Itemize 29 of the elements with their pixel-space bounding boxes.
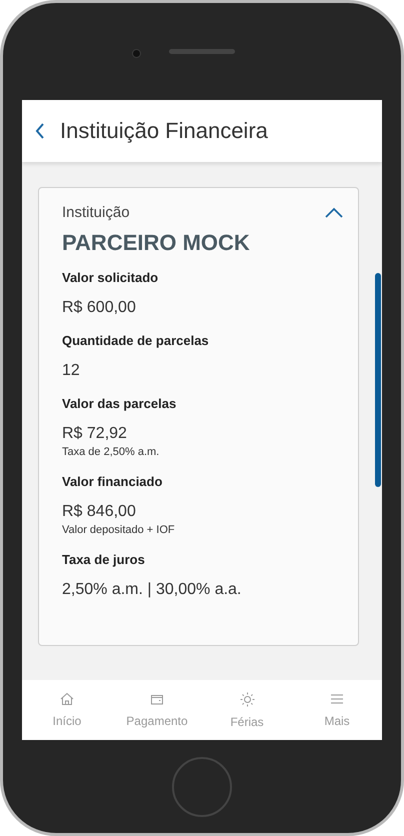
field-value: R$ 846,00 <box>62 503 137 521</box>
field-label: Valor das parcelas <box>62 396 178 411</box>
field-value: R$ 600,00 <box>62 299 137 317</box>
tab-item[interactable]: Pagamento <box>112 680 202 740</box>
chevron-left-icon <box>34 122 46 140</box>
tab-item[interactable]: Férias <box>202 680 292 740</box>
home-icon <box>60 692 74 706</box>
scrollbar[interactable] <box>375 273 381 487</box>
field-note: Taxa de 2,50% a.m. <box>62 446 160 458</box>
field-note: Valor depositado + IOF <box>62 524 176 536</box>
sun-icon <box>240 692 254 706</box>
field-label: Valor financiado <box>62 474 164 489</box>
field-value: R$ 72,92 <box>62 425 128 443</box>
field-value: 2,50% a.m. | 30,00% a.a. <box>62 581 242 599</box>
menu-icon <box>330 692 344 706</box>
tab-item[interactable]: Mais <box>292 680 382 740</box>
field-label: Valor solicitado <box>62 270 160 285</box>
page-title: Instituição Financeira <box>60 118 268 144</box>
speaker-grille <box>169 49 235 54</box>
tab-item[interactable]: Início <box>22 680 112 740</box>
field-value: 12 <box>62 362 81 380</box>
field-label: Quantidade de parcelas <box>62 333 210 348</box>
camera-dot <box>132 49 141 58</box>
collapse-button[interactable] <box>324 206 344 218</box>
chevron-up-icon <box>324 206 344 218</box>
wallet-icon <box>150 692 164 706</box>
field-label: Taxa de juros <box>62 552 146 567</box>
section-heading: Instituição <box>62 204 130 221</box>
institution-name: PARCEIRO MOCK <box>62 230 251 256</box>
